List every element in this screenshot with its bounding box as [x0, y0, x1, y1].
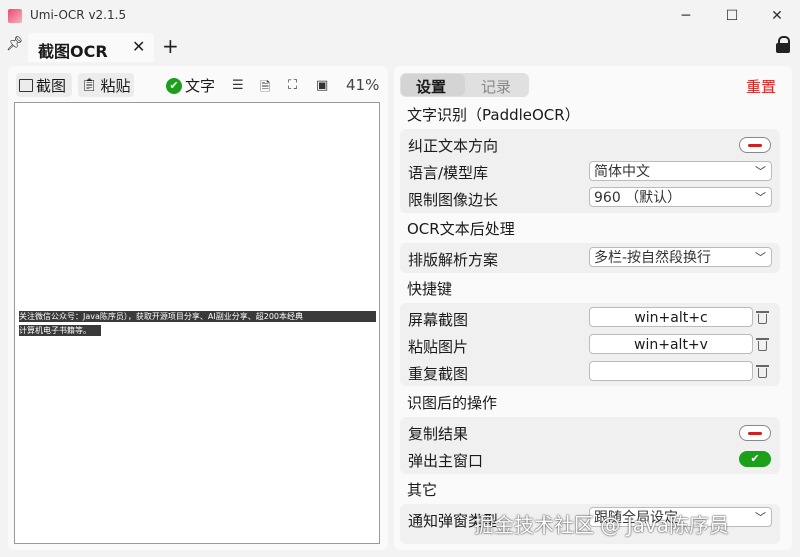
repeat-hotkey-label: 重复截图 — [408, 365, 469, 383]
tab-records[interactable]: 记录 — [481, 76, 511, 97]
chevron-down-icon: ﹀ — [755, 511, 766, 524]
copy-result-toggle[interactable] — [739, 425, 771, 441]
language-select[interactable]: 简体中文 ﹀ — [589, 161, 772, 181]
layout-label: 排版解析方案 — [408, 251, 499, 269]
trash-icon[interactable] — [756, 337, 769, 352]
tab-label: 截图OCR — [38, 42, 108, 61]
original-size-icon[interactable]: ▣ — [316, 78, 328, 93]
correct-direction-label: 纠正文本方向 — [408, 137, 499, 155]
copy-result-label: 复制结果 — [408, 425, 469, 443]
section-title-ocr: 文字识别（PaddleOCR） — [407, 106, 580, 124]
reset-button[interactable]: 重置 — [746, 76, 776, 97]
window-title: Umi-OCR v2.1.5 — [30, 8, 127, 22]
list-icon[interactable]: ☰ — [232, 78, 244, 93]
popup-main-label: 弹出主窗口 — [408, 452, 484, 470]
limit-side-value: 960 （默认） — [594, 190, 682, 206]
limit-side-label: 限制图像边长 — [408, 191, 499, 209]
pin-icon[interactable]: 📌︎ — [6, 36, 24, 52]
chevron-down-icon: ﹀ — [755, 251, 766, 264]
chevron-down-icon: ﹀ — [755, 165, 766, 178]
language-label: 语言/模型库 — [408, 164, 489, 182]
screenshot-hotkey-input[interactable]: win+alt+c — [589, 307, 753, 327]
fit-screen-icon[interactable]: ⛶ — [288, 78, 297, 93]
save-icon[interactable]: 🗎︎ — [260, 78, 270, 100]
screenshot-button[interactable]: 截图 — [19, 75, 66, 96]
check-icon: ✔ — [166, 77, 182, 94]
close-icon[interactable]: ✕ — [767, 6, 787, 26]
trash-icon[interactable] — [756, 310, 769, 325]
section-title-after: 识图后的操作 — [407, 394, 498, 412]
paste-label: 粘贴 — [100, 77, 131, 95]
lock-icon[interactable] — [776, 36, 790, 53]
show-text-toggle[interactable]: ✔ 文字 — [166, 75, 215, 96]
language-value: 简体中文 — [594, 164, 650, 180]
section-title-other: 其它 — [407, 481, 438, 499]
paste-button[interactable]: 📋︎ 粘贴 — [81, 75, 131, 96]
plus-icon[interactable]: + — [162, 34, 179, 58]
text-label: 文字 — [185, 77, 216, 95]
paste-hotkey-input[interactable]: win+alt+v — [589, 334, 753, 354]
section-title-hotkeys: 快捷键 — [407, 280, 453, 298]
layout-select[interactable]: 多栏-按自然段换行 ﹀ — [589, 247, 772, 267]
popup-main-toggle[interactable]: ✔ — [739, 451, 771, 467]
screenshot-label: 截图 — [36, 77, 67, 95]
ocr-text-line[interactable]: 计算机电子书籍等。 — [19, 325, 101, 336]
image-icon — [19, 79, 33, 92]
repeat-hotkey-input[interactable] — [589, 361, 753, 381]
section-title-post: OCR文本后处理 — [407, 220, 515, 238]
watermark: 掘金技术社区 @ Java陈序员 — [474, 513, 729, 537]
limit-side-select[interactable]: 960 （默认） ﹀ — [589, 187, 772, 207]
ocr-text-line[interactable]: 关注微信公众号：Java陈序员），获取开源项目分享、AI副业分享、超200本经典 — [19, 311, 376, 322]
chevron-down-icon: ﹀ — [755, 191, 766, 204]
image-preview-canvas[interactable] — [14, 102, 380, 544]
maximize-icon[interactable]: ☐ — [722, 6, 742, 26]
layout-value: 多栏-按自然段换行 — [594, 250, 712, 266]
paste-hotkey-label: 粘贴图片 — [408, 338, 469, 356]
correct-direction-toggle[interactable] — [739, 137, 771, 153]
app-logo-icon — [8, 9, 22, 23]
minimize-icon[interactable]: ─ — [676, 6, 696, 26]
clipboard-icon: 📋︎ — [81, 78, 98, 93]
tab-close-icon[interactable]: ✕ — [132, 37, 145, 56]
screenshot-hotkey-label: 屏幕截图 — [408, 311, 469, 329]
trash-icon[interactable] — [756, 364, 769, 379]
tab-settings[interactable]: 设置 — [416, 76, 446, 97]
zoom-level: 41% — [346, 76, 380, 94]
